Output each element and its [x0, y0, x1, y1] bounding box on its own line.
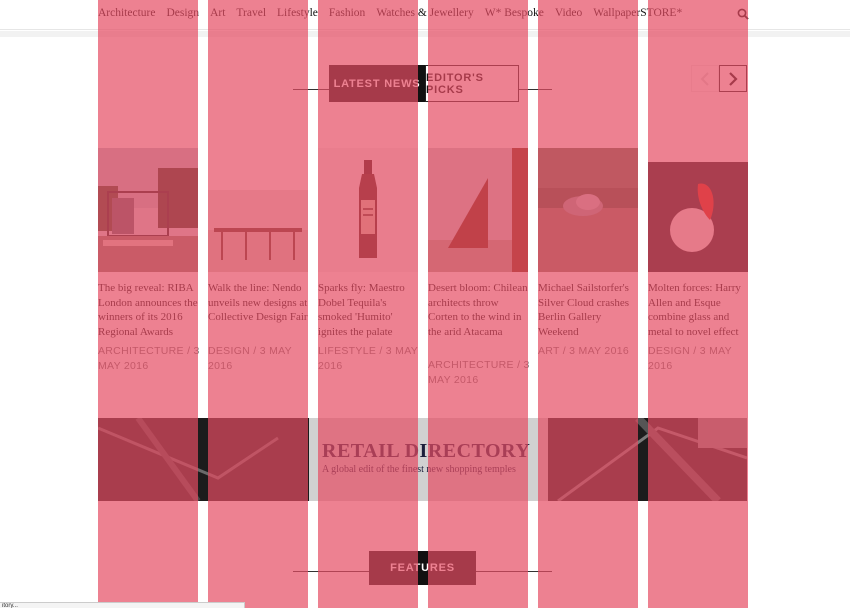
nav-item-art[interactable]: Art	[210, 7, 225, 19]
card-title[interactable]: Molten forces: Harry Allen and Esque com…	[648, 281, 750, 339]
news-tabs: LATEST NEWS EDITOR'S PICKS	[329, 65, 519, 102]
card-image[interactable]	[98, 148, 198, 272]
card-title[interactable]: Desert bloom: Chilean architects throw C…	[428, 281, 530, 339]
features-rule-left	[293, 571, 369, 572]
nav-item-architecture[interactable]: Architecture	[98, 7, 155, 19]
tabs-rule-left	[293, 89, 329, 90]
tab-latest-news[interactable]: LATEST NEWS	[329, 65, 425, 102]
nav-item-store[interactable]: WallpaperSTORE*	[593, 7, 682, 19]
banner-subtitle: A global edit of the finest new shopping…	[322, 464, 516, 475]
browser-status-bar: itory...	[0, 602, 245, 608]
chevron-left-icon	[700, 71, 709, 86]
nav-item-watches-jewellery[interactable]: Watches & Jewellery	[376, 7, 473, 19]
tabs-rule-right	[519, 89, 552, 90]
nav-item-fashion[interactable]: Fashion	[329, 7, 365, 19]
card-meta: ARCHITECTURE / 3 MAY 2016	[428, 359, 530, 386]
nav-item-lifestyle[interactable]: Lifestyle	[277, 7, 318, 19]
card-image[interactable]	[538, 148, 638, 272]
card-image[interactable]	[318, 148, 418, 272]
card-title[interactable]: Sparks fly: Maestro Dobel Tequila's smok…	[318, 281, 420, 339]
features-heading[interactable]: FEATURES	[369, 551, 476, 585]
nav-item-travel[interactable]: Travel	[236, 7, 266, 19]
retail-directory-banner[interactable]: RETAIL DIRECTORY A global edit of the fi…	[98, 418, 747, 501]
tab-editors-picks[interactable]: EDITOR'S PICKS	[425, 65, 519, 102]
top-navigation: Architecture Design Art Travel Lifestyle…	[0, 0, 850, 30]
search-icon[interactable]	[737, 8, 749, 20]
card-image[interactable]	[208, 190, 308, 272]
nav-item-bespoke[interactable]: W* Bespoke	[485, 7, 544, 19]
nav-item-design[interactable]: Design	[166, 7, 199, 19]
nav-divider	[0, 31, 850, 37]
card-meta: DESIGN / 3 MAY 2016	[208, 345, 292, 372]
card-title[interactable]: Walk the line: Nendo unveils new designs…	[208, 281, 310, 325]
carousel-next-button[interactable]	[719, 65, 747, 92]
nav-menu: Architecture Design Art Travel Lifestyle…	[98, 7, 693, 19]
nav-item-video[interactable]: Video	[555, 7, 582, 19]
chevron-right-icon	[729, 71, 738, 86]
card-meta: ARCHITECTURE / 3 MAY 2016	[98, 345, 200, 372]
card-image[interactable]	[648, 162, 748, 272]
carousel-prev-button[interactable]	[691, 65, 719, 92]
card-title[interactable]: The big reveal: RIBA London announces th…	[98, 281, 200, 339]
card-title[interactable]: Michael Sailstorfer's Silver Cloud crash…	[538, 281, 640, 339]
features-rule-right	[476, 571, 552, 572]
card-meta: LIFESTYLE / 3 MAY 2016	[318, 345, 418, 372]
banner-title: RETAIL DIRECTORY	[322, 440, 531, 462]
card-meta: DESIGN / 3 MAY 2016	[648, 345, 732, 372]
card-image[interactable]	[428, 148, 528, 272]
card-meta: ART / 3 MAY 2016	[538, 345, 629, 357]
